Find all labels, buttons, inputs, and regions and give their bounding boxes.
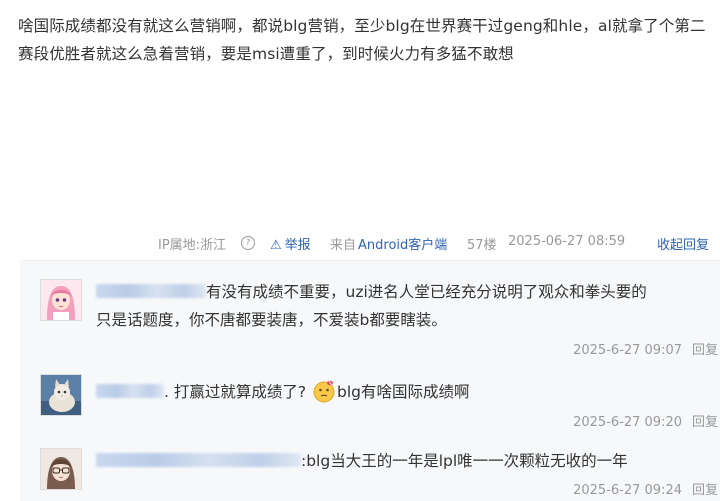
reply-text-after-emoji: blg有啥国际成绩啊	[337, 383, 470, 401]
thinking-face-emoji	[312, 379, 336, 403]
reply-meta: 2025-6-27 09:20 回复	[573, 411, 718, 430]
warning-triangle-icon: ⚠	[270, 238, 282, 253]
reply-text: :blg当大王的一年是lpl唯一一次颗粒无收的一年	[96, 447, 711, 475]
source-client-link[interactable]: Android客户端	[358, 234, 447, 253]
anime-girl-avatar-icon[interactable]	[40, 279, 82, 321]
reply-button[interactable]: 回复	[692, 483, 718, 498]
help-circle-icon[interactable]: ?	[241, 236, 255, 250]
blurred-username[interactable]	[96, 384, 164, 398]
blurred-username[interactable]	[96, 453, 301, 467]
post-timestamp: 2025-06-27 08:59	[508, 234, 626, 249]
reply-meta: 2025-6-27 09:07 回复	[573, 339, 718, 358]
reply-button[interactable]: 回复	[692, 343, 718, 358]
reply-timestamp: 2025-6-27 09:07	[573, 343, 682, 358]
source-prefix: 来自	[330, 238, 357, 253]
reply-meta: 2025-6-27 09:24 回复	[573, 479, 718, 498]
reply-text: . 打赢过就算成绩了? blg有啥国际成绩啊	[96, 378, 711, 407]
report-label: 举报	[284, 238, 311, 253]
reply-text-line2: 只是话题度，你不唐都要装唐，不爱装b都要瞎装。	[96, 311, 447, 329]
reply-button[interactable]: 回复	[692, 415, 718, 430]
reply-timestamp: 2025-6-27 09:20	[573, 415, 682, 430]
post-meta-bar: IP属地:浙江 ? ⚠ 举报 来自 Android客户端 57楼 2025-06-…	[0, 231, 720, 255]
reply-text-line1: 有没有成绩不重要，uzi进名人堂已经充分说明了观众和拳头要的	[206, 283, 647, 301]
reply-list: 有没有成绩不重要，uzi进名人堂已经充分说明了观众和拳头要的 只是话题度，你不唐…	[20, 260, 720, 501]
floor-number: 57楼	[467, 238, 497, 253]
reply-text-before-emoji: . 打赢过就算成绩了?	[164, 383, 307, 401]
collapse-replies-button[interactable]: 收起回复	[657, 234, 709, 253]
reply-text-line: :blg当大王的一年是lpl唯一一次颗粒无收的一年	[301, 452, 628, 470]
reply-timestamp: 2025-6-27 09:24	[573, 483, 682, 498]
report-link[interactable]: ⚠ 举报	[270, 234, 311, 253]
reply-text: 有没有成绩不重要，uzi进名人堂已经充分说明了观众和拳头要的 只是话题度，你不唐…	[96, 278, 711, 334]
blurred-username[interactable]	[96, 284, 206, 298]
ip-location: IP属地:浙江	[158, 238, 227, 253]
cat-photo-avatar-icon[interactable]	[40, 374, 82, 416]
glasses-boy-avatar-icon[interactable]	[40, 448, 82, 490]
post-floor: 啥国际成绩都没有就这么营销啊，都说blg营销，至少blg在世界赛干过geng和h…	[0, 0, 720, 501]
post-content: 啥国际成绩都没有就这么营销啊，都说blg营销，至少blg在世界赛干过geng和h…	[18, 17, 706, 63]
